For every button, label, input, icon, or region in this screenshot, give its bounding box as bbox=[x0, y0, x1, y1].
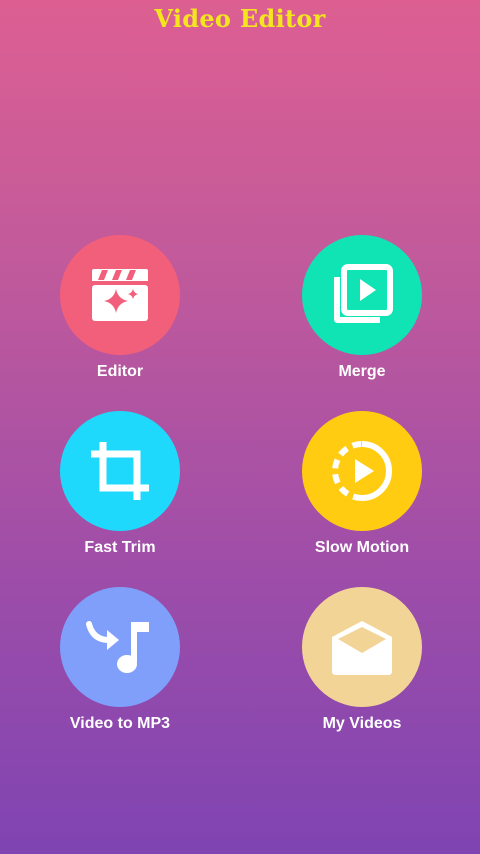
merge-button[interactable]: Merge bbox=[282, 235, 442, 395]
editor-label: Editor bbox=[96, 363, 144, 380]
video-to-mp3-circle[interactable] bbox=[60, 587, 180, 707]
fast-trim-label: Fast Trim bbox=[84, 539, 156, 556]
slow-motion-button[interactable]: Slow Motion bbox=[282, 411, 442, 571]
fast-trim-button[interactable]: Fast Trim bbox=[40, 411, 200, 571]
crop-icon bbox=[87, 438, 153, 504]
app-title: Video Editor bbox=[154, 4, 326, 33]
my-videos-label: My Videos bbox=[322, 715, 402, 732]
my-videos-circle[interactable] bbox=[302, 587, 422, 707]
merge-circle[interactable] bbox=[302, 235, 422, 355]
forward-music-note-icon bbox=[85, 616, 155, 678]
slow-motion-video-icon bbox=[329, 438, 395, 504]
editor-button[interactable]: Editor bbox=[40, 235, 200, 395]
video-library-icon bbox=[330, 263, 394, 327]
video-to-mp3-label: Video to MP3 bbox=[69, 715, 171, 732]
slow-motion-label: Slow Motion bbox=[314, 539, 410, 556]
video-to-mp3-button[interactable]: Video to MP3 bbox=[40, 587, 200, 747]
slow-motion-circle[interactable] bbox=[302, 411, 422, 531]
open-envelope-icon bbox=[329, 617, 395, 677]
editor-circle[interactable] bbox=[60, 235, 180, 355]
fast-trim-circle[interactable] bbox=[60, 411, 180, 531]
clapperboard-sparkle-icon bbox=[88, 265, 152, 325]
my-videos-button[interactable]: My Videos bbox=[282, 587, 442, 747]
merge-label: Merge bbox=[338, 363, 386, 380]
